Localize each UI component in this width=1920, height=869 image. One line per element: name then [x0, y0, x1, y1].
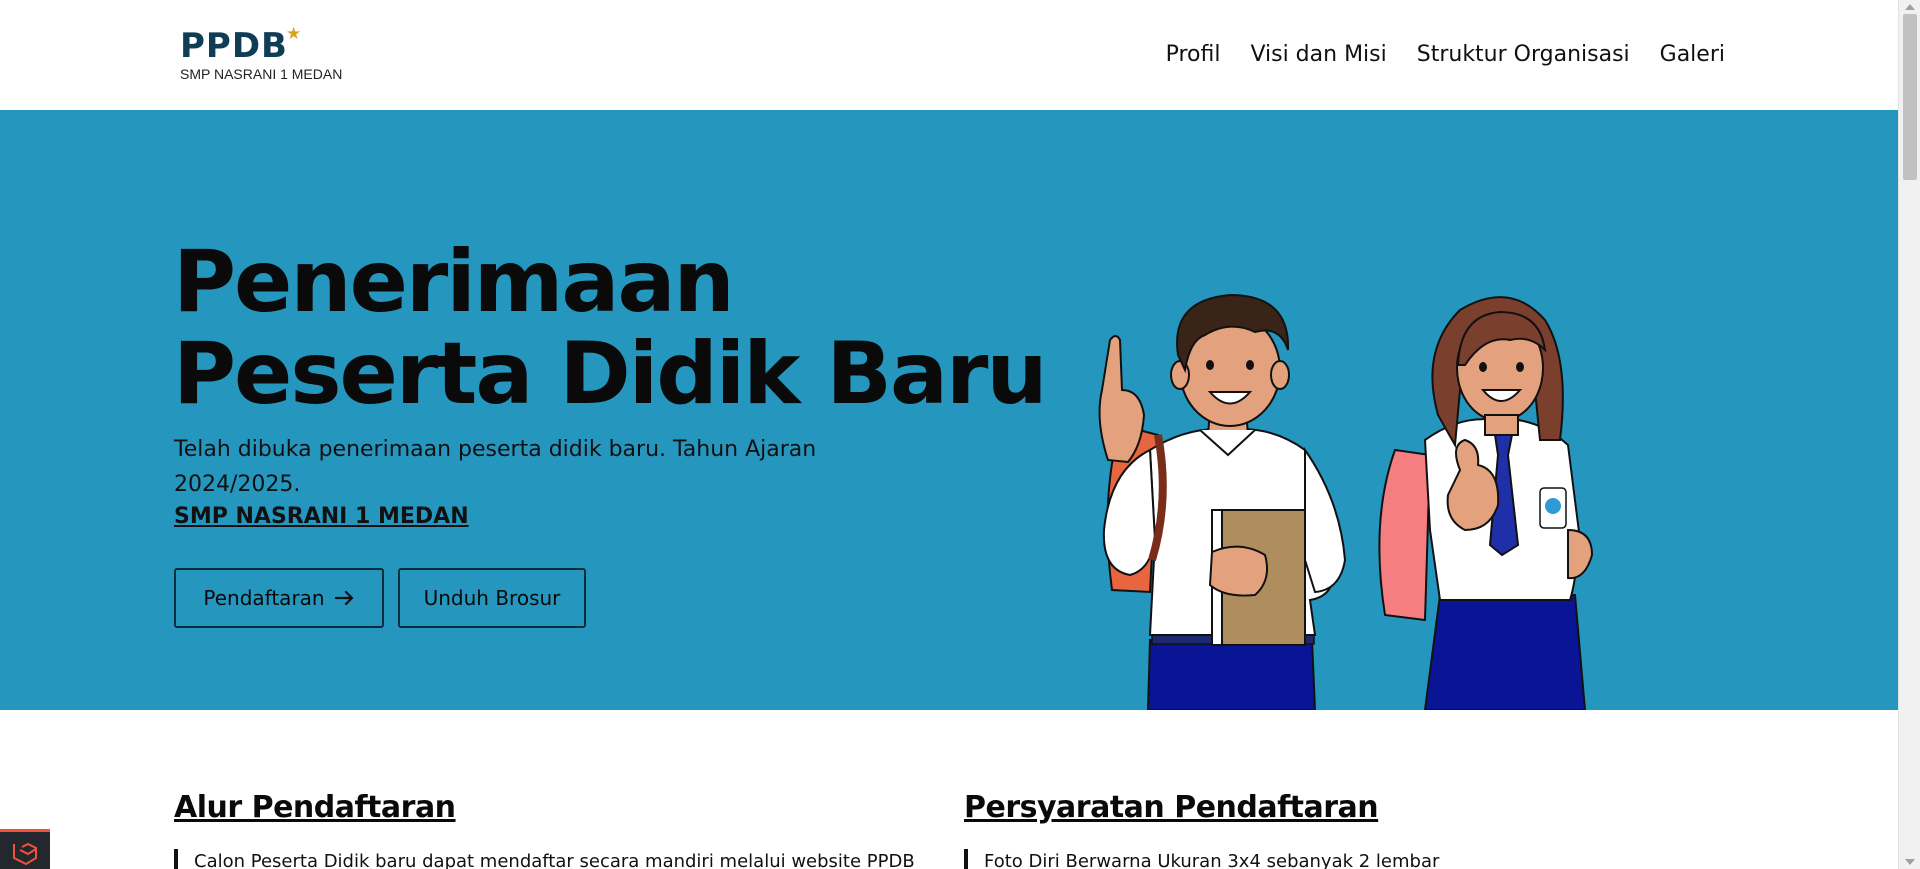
page-scrollbar[interactable]: [1898, 0, 1920, 869]
register-button-label: Pendaftaran: [203, 586, 325, 610]
nav-item-visi-misi[interactable]: Visi dan Misi: [1250, 40, 1386, 70]
nav-item-profil[interactable]: Profil: [1166, 40, 1221, 70]
logo-subtitle: SMP NASRANI 1 MEDAN: [180, 66, 343, 82]
site-header: PPDB ★ SMP NASRANI 1 MEDAN Profil Visi d…: [0, 0, 1898, 110]
main-nav: Profil Visi dan Misi Struktur Organisasi…: [1166, 40, 1725, 70]
requirements-item: Foto Diri Berwarna Ukuran 3x4 sebanyak 2…: [964, 849, 1439, 869]
boy-student-figure: [1098, 293, 1347, 710]
site-logo[interactable]: PPDB ★ SMP NASRANI 1 MEDAN: [180, 26, 360, 85]
register-button[interactable]: Pendaftaran: [174, 568, 384, 628]
download-brochure-button[interactable]: Unduh Brosur: [398, 568, 586, 628]
hero-description: Telah dibuka penerimaan peserta didik ba…: [174, 437, 817, 497]
scroll-up-icon[interactable]: [1905, 4, 1915, 10]
hero-title-line-1: Penerimaan: [173, 232, 735, 332]
scroll-thumb[interactable]: [1903, 14, 1917, 180]
students-illustration: [1098, 293, 1594, 710]
arrow-right-icon: [334, 590, 353, 606]
nav-item-galeri[interactable]: Galeri: [1660, 40, 1725, 70]
page: PPDB ★ SMP NASRANI 1 MEDAN Profil Visi d…: [0, 0, 1898, 869]
scroll-down-icon[interactable]: [1905, 859, 1915, 865]
registration-flow-title: Alur Pendaftaran: [174, 790, 456, 825]
download-brochure-label: Unduh Brosur: [423, 586, 561, 610]
school-name-link[interactable]: SMP NASRANI 1 MEDAN: [174, 504, 469, 529]
hero-banner: Penerimaan Peserta Didik Baru Telah dibu…: [0, 110, 1898, 710]
registration-flow-item: Calon Peserta Didik baru dapat mendaftar…: [174, 849, 915, 869]
hero-title-line-2: Peserta Didik Baru: [173, 324, 1048, 424]
laravel-debugbar-icon[interactable]: [0, 829, 50, 869]
girl-student-figure: [1378, 296, 1594, 710]
star-icon: ★: [286, 24, 302, 44]
hero-title: Penerimaan Peserta Didik Baru: [173, 232, 1048, 424]
logo-wordmark: PPDB: [180, 26, 288, 66]
laravel-logo-icon: [13, 842, 37, 866]
nav-item-struktur-organisasi[interactable]: Struktur Organisasi: [1417, 40, 1630, 70]
requirements-title: Persyaratan Pendaftaran: [964, 790, 1379, 825]
